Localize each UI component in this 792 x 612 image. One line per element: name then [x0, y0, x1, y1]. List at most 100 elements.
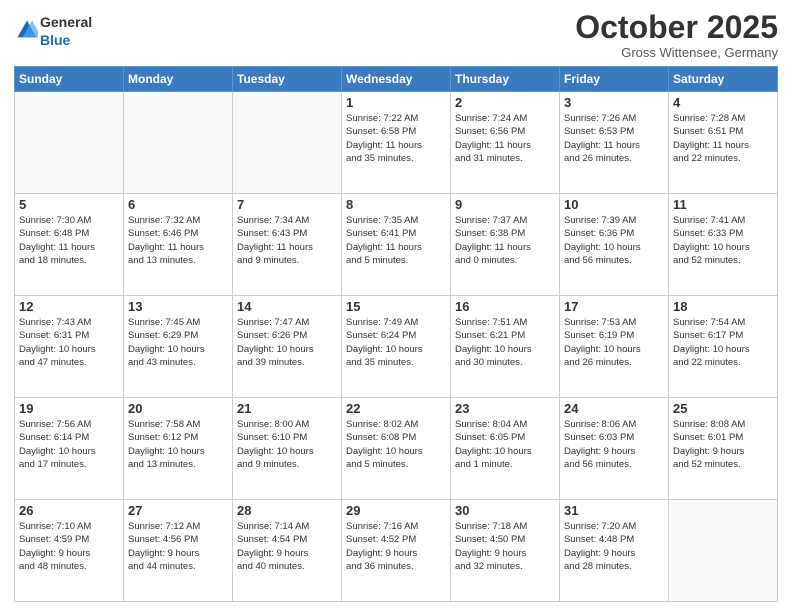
month-title: October 2025: [575, 10, 778, 45]
calendar-header-row: Sunday Monday Tuesday Wednesday Thursday…: [15, 67, 778, 92]
day-info: Sunrise: 7:24 AM Sunset: 6:56 PM Dayligh…: [455, 112, 555, 165]
logo-blue-text: Blue: [40, 32, 70, 48]
day-info: Sunrise: 7:16 AM Sunset: 4:52 PM Dayligh…: [346, 520, 446, 573]
day-info: Sunrise: 8:04 AM Sunset: 6:05 PM Dayligh…: [455, 418, 555, 471]
day-number: 19: [19, 401, 119, 416]
day-info: Sunrise: 7:37 AM Sunset: 6:38 PM Dayligh…: [455, 214, 555, 267]
table-row: [15, 92, 124, 194]
day-number: 17: [564, 299, 664, 314]
day-info: Sunrise: 8:00 AM Sunset: 6:10 PM Dayligh…: [237, 418, 337, 471]
day-number: 14: [237, 299, 337, 314]
table-row: 5 Sunrise: 7:30 AM Sunset: 6:48 PM Daylig…: [15, 194, 124, 296]
header-friday: Friday: [560, 67, 669, 92]
table-row: 20Sunrise: 7:58 AM Sunset: 6:12 PM Dayli…: [124, 398, 233, 500]
day-number: 28: [237, 503, 337, 518]
day-number: 4: [673, 95, 773, 110]
day-info: Sunrise: 7:56 AM Sunset: 6:14 PM Dayligh…: [19, 418, 119, 471]
day-info: Sunrise: 7:14 AM Sunset: 4:54 PM Dayligh…: [237, 520, 337, 573]
day-number: 13: [128, 299, 228, 314]
day-number: 22: [346, 401, 446, 416]
day-number: 31: [564, 503, 664, 518]
table-row: 23 Sunrise: 8:04 AM Sunset: 6:05 PM Dayli…: [451, 398, 560, 500]
day-number: 8: [346, 197, 446, 212]
table-row: 25 Sunrise: 8:08 AM Sunset: 6:01 PM Dayli…: [669, 398, 778, 500]
day-number: 21: [237, 401, 337, 416]
table-row: [124, 92, 233, 194]
day-number: 7: [237, 197, 337, 212]
table-row: 30 Sunrise: 7:18 AM Sunset: 4:50 PM Dayli…: [451, 500, 560, 602]
day-number: 16: [455, 299, 555, 314]
table-row: 4Sunrise: 7:28 AM Sunset: 6:51 PM Daylig…: [669, 92, 778, 194]
table-row: 19 Sunrise: 7:56 AM Sunset: 6:14 PM Dayli…: [15, 398, 124, 500]
day-number: 27: [128, 503, 228, 518]
table-row: 24 Sunrise: 8:06 AM Sunset: 6:03 PM Dayli…: [560, 398, 669, 500]
day-info: Sunrise: 7:20 AM Sunset: 4:48 PM Dayligh…: [564, 520, 664, 573]
table-row: 11 Sunrise: 7:41 AM Sunset: 6:33 PM Dayli…: [669, 194, 778, 296]
day-info: Sunrise: 7:41 AM Sunset: 6:33 PM Dayligh…: [673, 214, 773, 267]
table-row: 22Sunrise: 8:02 AM Sunset: 6:08 PM Dayli…: [342, 398, 451, 500]
table-row: 14Sunrise: 7:47 AM Sunset: 6:26 PM Dayli…: [233, 296, 342, 398]
day-info: Sunrise: 7:58 AM Sunset: 6:12 PM Dayligh…: [128, 418, 228, 471]
day-info: Sunrise: 8:08 AM Sunset: 6:01 PM Dayligh…: [673, 418, 773, 471]
table-row: 28 Sunrise: 7:14 AM Sunset: 4:54 PM Dayli…: [233, 500, 342, 602]
logo: General Blue: [14, 14, 92, 50]
header-monday: Monday: [124, 67, 233, 92]
table-row: 17 Sunrise: 7:53 AM Sunset: 6:19 PM Dayli…: [560, 296, 669, 398]
table-row: 13 Sunrise: 7:45 AM Sunset: 6:29 PM Dayli…: [124, 296, 233, 398]
day-info: Sunrise: 7:53 AM Sunset: 6:19 PM Dayligh…: [564, 316, 664, 369]
logo-general-text: General: [40, 14, 92, 30]
day-number: 5: [19, 197, 119, 212]
table-row: 7 Sunrise: 7:34 AM Sunset: 6:43 PM Daylig…: [233, 194, 342, 296]
logo-icon: [16, 19, 38, 41]
table-row: [669, 500, 778, 602]
day-number: 29: [346, 503, 446, 518]
calendar-table: Sunday Monday Tuesday Wednesday Thursday…: [14, 66, 778, 602]
header-tuesday: Tuesday: [233, 67, 342, 92]
day-info: Sunrise: 7:30 AM Sunset: 6:48 PM Dayligh…: [19, 214, 119, 267]
day-number: 25: [673, 401, 773, 416]
table-row: 3 Sunrise: 7:26 AM Sunset: 6:53 PM Daylig…: [560, 92, 669, 194]
day-info: Sunrise: 7:18 AM Sunset: 4:50 PM Dayligh…: [455, 520, 555, 573]
day-number: 10: [564, 197, 664, 212]
calendar-week-row: 1 Sunrise: 7:22 AM Sunset: 6:58 PM Daylig…: [15, 92, 778, 194]
table-row: [233, 92, 342, 194]
header-sunday: Sunday: [15, 67, 124, 92]
header-thursday: Thursday: [451, 67, 560, 92]
day-info: Sunrise: 7:45 AM Sunset: 6:29 PM Dayligh…: [128, 316, 228, 369]
day-number: 26: [19, 503, 119, 518]
day-number: 23: [455, 401, 555, 416]
table-row: 8Sunrise: 7:35 AM Sunset: 6:41 PM Daylig…: [342, 194, 451, 296]
header: General Blue October 2025 Gross Wittense…: [14, 10, 778, 60]
day-number: 15: [346, 299, 446, 314]
day-number: 6: [128, 197, 228, 212]
day-number: 11: [673, 197, 773, 212]
table-row: 2Sunrise: 7:24 AM Sunset: 6:56 PM Daylig…: [451, 92, 560, 194]
day-info: Sunrise: 7:34 AM Sunset: 6:43 PM Dayligh…: [237, 214, 337, 267]
day-info: Sunrise: 7:49 AM Sunset: 6:24 PM Dayligh…: [346, 316, 446, 369]
table-row: 29 Sunrise: 7:16 AM Sunset: 4:52 PM Dayli…: [342, 500, 451, 602]
day-number: 1: [346, 95, 446, 110]
calendar-week-row: 19 Sunrise: 7:56 AM Sunset: 6:14 PM Dayli…: [15, 398, 778, 500]
header-saturday: Saturday: [669, 67, 778, 92]
location: Gross Wittensee, Germany: [575, 45, 778, 60]
day-info: Sunrise: 7:32 AM Sunset: 6:46 PM Dayligh…: [128, 214, 228, 267]
day-info: Sunrise: 7:39 AM Sunset: 6:36 PM Dayligh…: [564, 214, 664, 267]
day-info: Sunrise: 7:12 AM Sunset: 4:56 PM Dayligh…: [128, 520, 228, 573]
table-row: 10 Sunrise: 7:39 AM Sunset: 6:36 PM Dayli…: [560, 194, 669, 296]
day-number: 24: [564, 401, 664, 416]
table-row: 16Sunrise: 7:51 AM Sunset: 6:21 PM Dayli…: [451, 296, 560, 398]
table-row: 15 Sunrise: 7:49 AM Sunset: 6:24 PM Dayli…: [342, 296, 451, 398]
day-number: 30: [455, 503, 555, 518]
table-row: 1 Sunrise: 7:22 AM Sunset: 6:58 PM Daylig…: [342, 92, 451, 194]
day-info: Sunrise: 7:22 AM Sunset: 6:58 PM Dayligh…: [346, 112, 446, 165]
day-number: 12: [19, 299, 119, 314]
table-row: 9Sunrise: 7:37 AM Sunset: 6:38 PM Daylig…: [451, 194, 560, 296]
header-wednesday: Wednesday: [342, 67, 451, 92]
table-row: 21 Sunrise: 8:00 AM Sunset: 6:10 PM Dayli…: [233, 398, 342, 500]
day-info: Sunrise: 7:26 AM Sunset: 6:53 PM Dayligh…: [564, 112, 664, 165]
day-number: 3: [564, 95, 664, 110]
day-info: Sunrise: 7:54 AM Sunset: 6:17 PM Dayligh…: [673, 316, 773, 369]
day-info: Sunrise: 8:06 AM Sunset: 6:03 PM Dayligh…: [564, 418, 664, 471]
day-info: Sunrise: 7:10 AM Sunset: 4:59 PM Dayligh…: [19, 520, 119, 573]
header-right: October 2025 Gross Wittensee, Germany: [575, 10, 778, 60]
